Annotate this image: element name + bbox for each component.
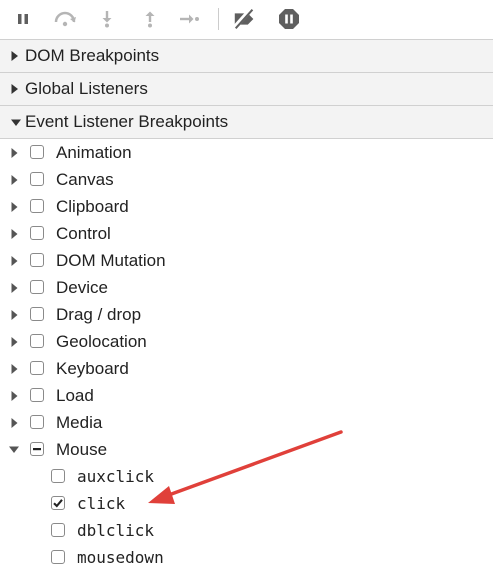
category-label: Media xyxy=(56,413,103,432)
indeterminate-mark-icon xyxy=(33,448,41,451)
expand-arrow-icon[interactable] xyxy=(10,390,20,402)
category-checkbox[interactable] xyxy=(30,226,44,240)
category-label: Load xyxy=(56,386,94,405)
category-row-geolocation[interactable]: Geolocation xyxy=(0,328,493,355)
expand-arrow-icon[interactable] xyxy=(10,228,20,240)
category-label: Canvas xyxy=(56,170,114,189)
dom-breakpoints-section[interactable]: DOM Breakpoints xyxy=(0,40,493,73)
category-checkbox[interactable] xyxy=(30,172,44,186)
expand-arrow-icon[interactable] xyxy=(10,363,20,375)
category-row-media[interactable]: Media xyxy=(0,409,493,436)
step-out-icon xyxy=(145,11,155,28)
expand-arrow-icon[interactable] xyxy=(10,282,20,294)
category-checkbox[interactable] xyxy=(30,280,44,294)
step-over-icon xyxy=(54,11,76,27)
category-label: Device xyxy=(56,278,108,297)
expand-arrow-icon[interactable] xyxy=(10,336,20,348)
event-row-mousedown[interactable]: mousedown xyxy=(0,544,493,571)
event-row-auxclick[interactable]: auxclick xyxy=(0,463,493,490)
category-checkbox[interactable] xyxy=(30,415,44,429)
category-label: Control xyxy=(56,224,111,243)
event-label: mousedown xyxy=(77,548,164,567)
category-checkbox[interactable] xyxy=(30,361,44,375)
category-label: Keyboard xyxy=(56,359,129,378)
category-row-device[interactable]: Device xyxy=(0,274,493,301)
event-row-click[interactable]: click xyxy=(0,490,493,517)
event-label: click xyxy=(77,494,126,513)
dom-breakpoints-label: DOM Breakpoints xyxy=(25,46,160,65)
category-label: Animation xyxy=(56,143,132,162)
expand-arrow-icon[interactable] xyxy=(10,147,20,159)
event-checkbox[interactable] xyxy=(51,523,65,537)
step-into-button[interactable] xyxy=(94,6,120,32)
collapse-arrow-icon xyxy=(11,119,21,126)
category-row-canvas[interactable]: Canvas xyxy=(0,166,493,193)
event-listener-breakpoints-label: Event Listener Breakpoints xyxy=(25,112,229,131)
global-listeners-section[interactable]: Global Listeners xyxy=(0,73,493,106)
expand-arrow-icon[interactable] xyxy=(10,417,20,429)
expand-arrow-icon xyxy=(11,84,18,94)
category-row-mouse[interactable]: Mouse xyxy=(0,436,493,463)
category-checkbox[interactable] xyxy=(30,388,44,402)
category-row-animation[interactable]: Animation xyxy=(0,139,493,166)
category-label: Mouse xyxy=(56,440,108,459)
expand-arrow-icon[interactable] xyxy=(10,201,20,213)
collapse-arrow-icon[interactable] xyxy=(8,444,20,456)
category-checkbox[interactable] xyxy=(30,307,44,321)
global-listeners-label: Global Listeners xyxy=(25,79,148,98)
expand-arrow-icon[interactable] xyxy=(10,309,20,321)
expand-arrow-icon[interactable] xyxy=(10,255,20,267)
step-icon xyxy=(180,14,199,24)
event-label: auxclick xyxy=(77,467,155,486)
pause-on-exceptions-button[interactable] xyxy=(276,6,302,32)
step-out-button[interactable] xyxy=(137,6,163,32)
category-checkbox[interactable] xyxy=(30,145,44,159)
pause-icon xyxy=(18,14,28,24)
checkmark-icon xyxy=(53,499,63,508)
step-over-button[interactable] xyxy=(52,6,78,32)
category-row-keyboard[interactable]: Keyboard xyxy=(0,355,493,382)
category-row-load[interactable]: Load xyxy=(0,382,493,409)
pause-on-exceptions-icon xyxy=(279,9,299,29)
debugger-toolbar xyxy=(0,0,493,40)
toolbar-separator xyxy=(218,8,219,30)
event-checkbox[interactable] xyxy=(51,469,65,483)
event-row-partial[interactable] xyxy=(0,571,493,577)
category-row-control[interactable]: Control xyxy=(0,220,493,247)
event-category-list: Animation Canvas Clipboard Control DOM M… xyxy=(0,139,493,577)
event-listener-breakpoints-section[interactable]: Event Listener Breakpoints xyxy=(0,106,493,139)
event-row-dblclick[interactable]: dblclick xyxy=(0,517,493,544)
category-label: Clipboard xyxy=(56,197,129,216)
category-checkbox[interactable] xyxy=(30,334,44,348)
expand-arrow-icon[interactable] xyxy=(10,174,20,186)
category-row-clipboard[interactable]: Clipboard xyxy=(0,193,493,220)
pause-button[interactable] xyxy=(10,6,36,32)
category-row-drag-drop[interactable]: Drag / drop xyxy=(0,301,493,328)
deactivate-breakpoints-button[interactable] xyxy=(232,6,258,32)
category-label: Geolocation xyxy=(56,332,147,351)
deactivate-breakpoints-icon xyxy=(232,8,254,30)
category-row-dom-mutation[interactable]: DOM Mutation xyxy=(0,247,493,274)
category-label: DOM Mutation xyxy=(56,251,166,270)
event-checkbox-checked[interactable] xyxy=(51,496,65,510)
category-label: Drag / drop xyxy=(56,305,142,324)
step-button[interactable] xyxy=(177,6,203,32)
category-checkbox-indeterminate[interactable] xyxy=(30,442,44,456)
step-into-icon xyxy=(102,11,112,28)
event-checkbox[interactable] xyxy=(51,550,65,564)
event-label: dblclick xyxy=(77,521,155,540)
category-checkbox[interactable] xyxy=(30,253,44,267)
expand-arrow-icon xyxy=(11,51,18,61)
category-checkbox[interactable] xyxy=(30,199,44,213)
